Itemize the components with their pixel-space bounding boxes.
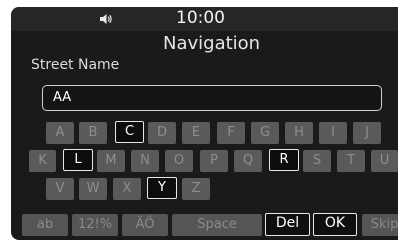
speaker-icon — [100, 14, 112, 24]
street-name-value: AA — [53, 90, 72, 105]
ok-button[interactable]: OK — [313, 213, 357, 236]
symbols-key: 12!% — [72, 214, 118, 236]
key-i: I — [319, 122, 347, 144]
key-o: O — [165, 150, 193, 172]
key-x: X — [113, 178, 141, 200]
key-d: D — [148, 122, 176, 144]
key-u: U — [371, 150, 398, 172]
space-key: Space — [172, 214, 262, 236]
key-p: P — [200, 150, 228, 172]
key-y[interactable]: Y — [147, 177, 177, 199]
key-h: H — [285, 122, 313, 144]
clock: 10:00 — [176, 8, 225, 28]
key-g: G — [251, 122, 279, 144]
lowercase-key: ab — [22, 214, 68, 236]
key-j: J — [353, 122, 381, 144]
key-a: A — [46, 122, 74, 144]
key-m: M — [97, 150, 125, 172]
key-k: K — [29, 150, 56, 172]
key-t: T — [337, 150, 365, 172]
key-z: Z — [182, 178, 210, 200]
status-bar: 10:00 — [11, 7, 398, 31]
key-w: W — [79, 178, 107, 200]
accents-key: ÄÖ — [122, 214, 168, 236]
key-v: V — [46, 178, 74, 200]
key-e: E — [182, 122, 210, 144]
key-s: S — [303, 150, 331, 172]
key-f: F — [217, 122, 245, 144]
key-c[interactable]: C — [115, 121, 144, 143]
skip-key: Skip — [362, 214, 398, 236]
key-b: B — [79, 122, 107, 144]
page-title: Navigation — [163, 33, 261, 54]
street-name-label: Street Name — [31, 57, 120, 73]
key-n: N — [131, 150, 159, 172]
delete-key[interactable]: Del — [265, 213, 310, 236]
key-r[interactable]: R — [269, 149, 299, 171]
key-l[interactable]: L — [63, 149, 93, 171]
key-q: Q — [234, 150, 262, 172]
street-name-input[interactable]: AA — [42, 85, 382, 111]
navigation-screen: 10:00 Navigation Street Name AA A B C D … — [11, 7, 398, 240]
